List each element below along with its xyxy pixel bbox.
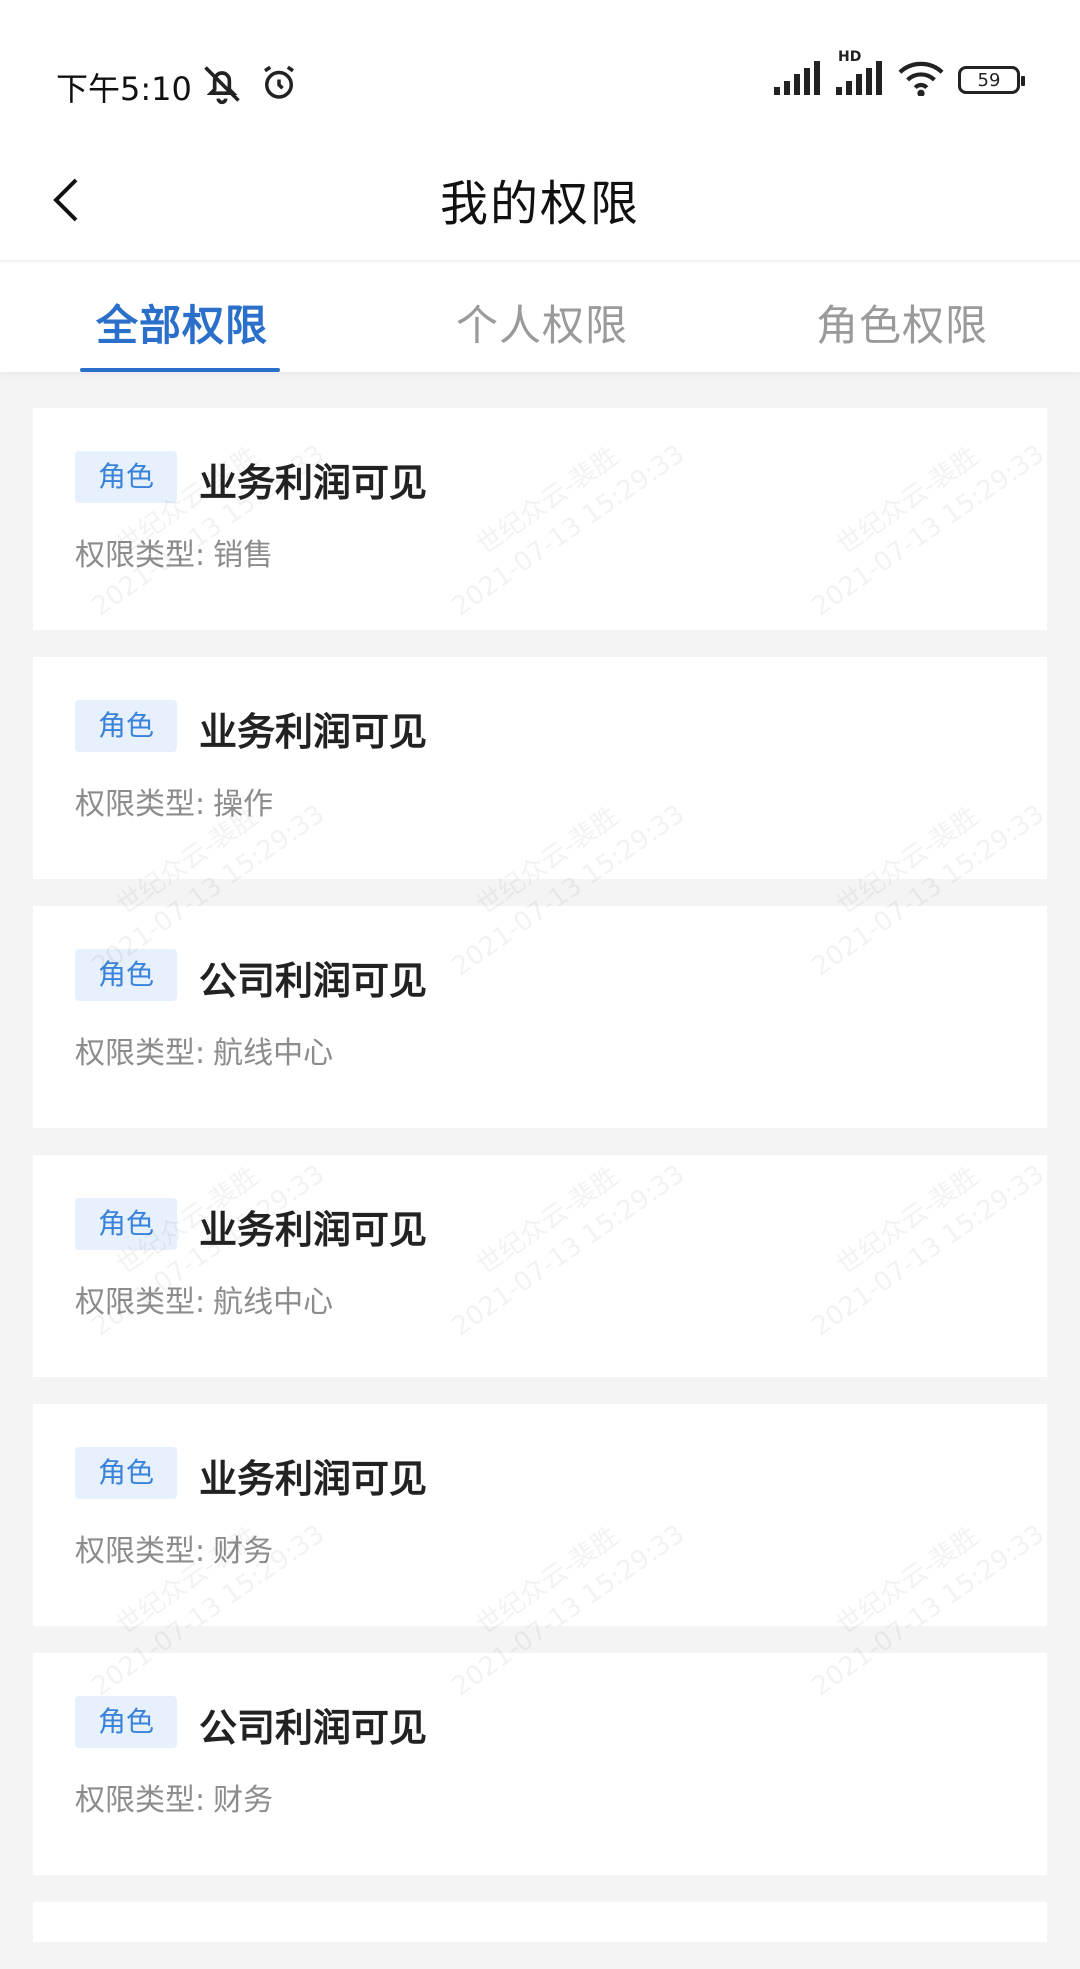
permission-type-label: 权限类型: <box>75 1285 206 1320</box>
tab-role-permissions[interactable]: 角色权限 <box>816 292 988 353</box>
role-badge: 角色 <box>75 1696 177 1748</box>
tab-bar: 全部权限 个人权限 角色权限 <box>0 262 1080 372</box>
list-item[interactable]: 角色 业务利润可见 权限类型: 操作 <box>33 657 1047 879</box>
permission-type-value: 操作 <box>213 787 274 822</box>
network-label: HD <box>838 49 862 65</box>
navigation-header: 我的权限 <box>0 140 1080 260</box>
role-badge: 角色 <box>75 1447 177 1499</box>
signal-icon <box>774 61 822 99</box>
status-bar: 下午5:10 HD 59 <box>0 0 1080 140</box>
permission-type-value: 航线中心 <box>213 1036 334 1071</box>
status-time: 下午5:10 <box>56 70 192 108</box>
list-item[interactable]: 角色 业务利润可见 权限类型: 航线中心 <box>33 1155 1047 1377</box>
permission-type-value: 销售 <box>213 538 274 573</box>
permission-type-label: 权限类型: <box>75 1036 206 1071</box>
permission-type-label: 权限类型: <box>75 1783 206 1818</box>
role-badge: 角色 <box>75 451 177 503</box>
tab-all-permissions[interactable]: 全部权限 <box>96 292 268 353</box>
signal-hd-icon: HD <box>836 49 884 99</box>
role-badge: 角色 <box>75 1198 177 1250</box>
active-tab-indicator <box>80 368 280 372</box>
role-badge: 角色 <box>75 700 177 752</box>
list-item[interactable]: 角色 公司利润可见 权限类型: 航线中心 <box>33 906 1047 1128</box>
permission-title: 业务利润可见 <box>199 1208 428 1252</box>
list-item[interactable]: 角色 业务利润可见 权限类型: 销售 <box>33 408 1047 630</box>
permission-type-value: 财务 <box>213 1783 274 1818</box>
permission-title: 公司利润可见 <box>199 1706 428 1750</box>
list-item[interactable]: 角色 公司利润可见 权限类型: 财务 <box>33 1653 1047 1875</box>
permission-type-label: 权限类型: <box>75 1534 206 1569</box>
permission-type-value: 财务 <box>213 1534 274 1569</box>
mute-bell-icon <box>200 62 244 110</box>
alarm-clock-icon <box>258 62 300 108</box>
list-item[interactable]: 角色 业务利润可见 权限类型: 财务 <box>33 1404 1047 1626</box>
battery-icon: 59 <box>958 66 1025 94</box>
tab-personal-permissions[interactable]: 个人权限 <box>456 292 628 353</box>
permission-type-label: 权限类型: <box>75 787 206 822</box>
permission-type-value: 航线中心 <box>213 1285 334 1320</box>
page-title: 我的权限 <box>439 176 640 232</box>
permission-title: 公司利润可见 <box>199 959 428 1003</box>
permission-title: 业务利润可见 <box>199 710 428 754</box>
wifi-icon <box>898 60 944 100</box>
role-badge: 角色 <box>75 949 177 1001</box>
permission-type-label: 权限类型: <box>75 538 206 573</box>
permission-title: 业务利润可见 <box>199 461 428 505</box>
permission-title: 业务利润可见 <box>199 1457 428 1501</box>
battery-level: 59 <box>977 69 1001 91</box>
list-item-partial[interactable] <box>33 1902 1047 1942</box>
permission-list: 角色 业务利润可见 权限类型: 销售 角色 业务利润可见 权限类型: 操作 角色 公… <box>33 408 1047 1969</box>
